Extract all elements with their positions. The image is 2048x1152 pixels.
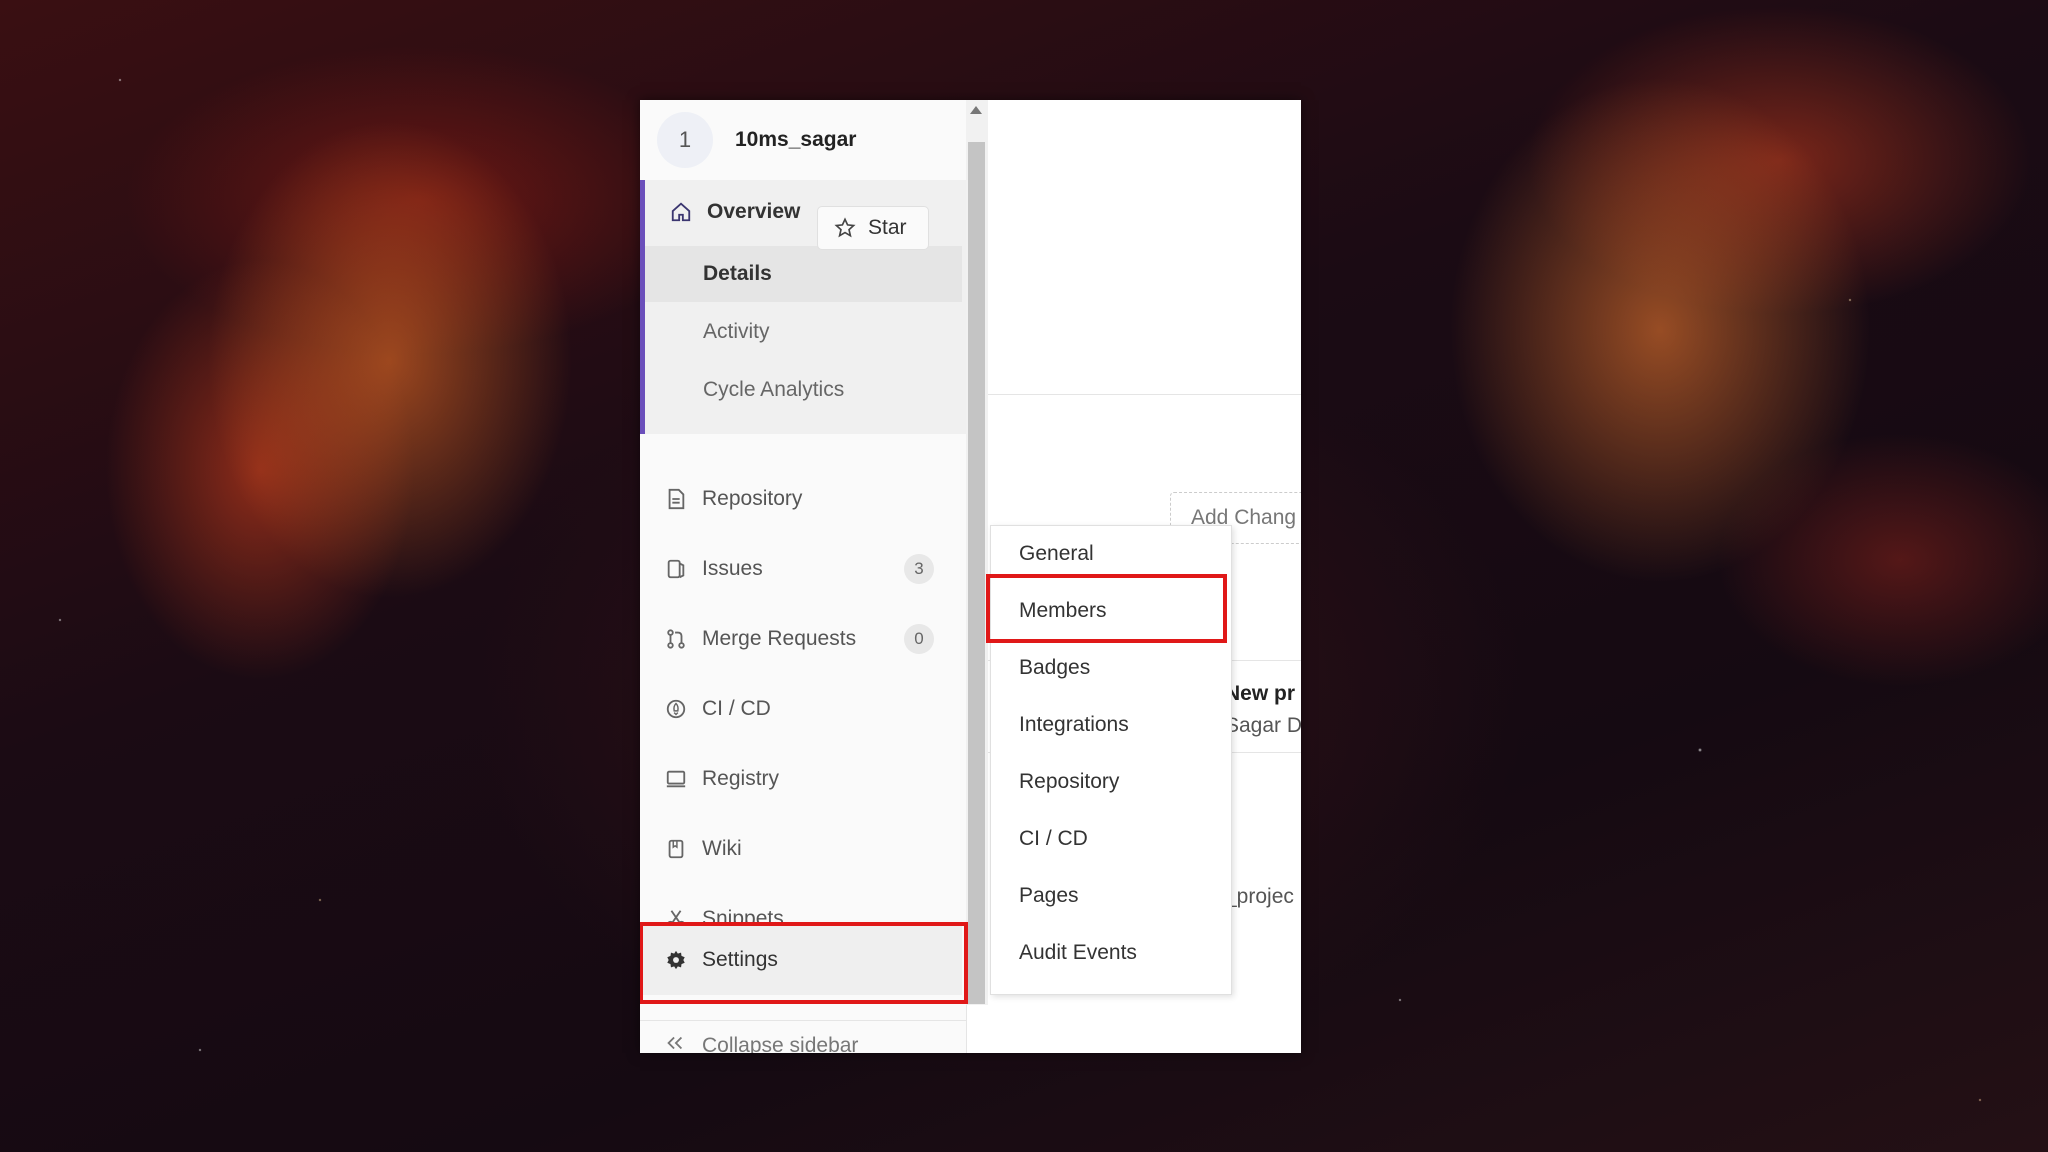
sidebar-item-label: Registry — [702, 767, 780, 790]
settings-menu-ci-cd[interactable]: CI / CD — [991, 811, 1231, 867]
sidebar-item-label: Repository — [702, 487, 803, 510]
sidebar-item-merge-requests[interactable]: Merge Requests 0 — [640, 606, 962, 672]
scroll-up-arrow-icon[interactable] — [970, 106, 982, 114]
settings-menu-label: CI / CD — [1019, 827, 1088, 850]
issues-count-badge: 3 — [904, 554, 934, 584]
sidebar-subitem-label: Activity — [703, 320, 770, 343]
last-commit-title[interactable]: New pr — [1225, 682, 1295, 706]
home-icon — [669, 200, 693, 224]
settings-menu-label: Audit Events — [1019, 941, 1137, 964]
settings-menu-repository[interactable]: Repository — [991, 754, 1231, 810]
sidebar-item-label: Merge Requests — [702, 627, 857, 650]
sidebar-item-label: Overview — [707, 200, 801, 223]
book-icon — [664, 837, 688, 861]
star-icon — [834, 217, 856, 238]
issues-icon — [664, 557, 688, 581]
project-header[interactable]: 1 10ms_sagar — [640, 100, 966, 180]
sidebar-subitem-label: Cycle Analytics — [703, 378, 845, 401]
sidebar-subitem-activity[interactable]: Activity — [645, 304, 962, 360]
project-path-text: _projec — [1225, 885, 1294, 908]
collapse-sidebar-button[interactable]: Collapse sidebar — [640, 1020, 966, 1053]
merge-requests-count-badge: 0 — [904, 624, 934, 654]
star-button[interactable]: Star — [817, 206, 929, 250]
sidebar-subitem-label: Details — [703, 262, 772, 285]
settings-highlight-box — [640, 922, 968, 1004]
collapse-sidebar-label: Collapse sidebar — [702, 1034, 859, 1053]
double-chevron-left-icon — [664, 1032, 688, 1053]
divider — [988, 394, 1301, 395]
sidebar-item-issues[interactable]: Issues 3 — [640, 536, 962, 602]
settings-menu-label: Integrations — [1019, 713, 1129, 736]
sidebar-item-label: CI / CD — [702, 697, 771, 720]
registry-icon — [664, 767, 688, 791]
rocket-icon — [664, 697, 688, 721]
document-icon — [664, 487, 688, 511]
app-window: 1 10ms_sagar Overview Details Activity C… — [640, 100, 1301, 1053]
project-avatar: 1 — [657, 112, 713, 168]
star-button-label: Star — [868, 216, 907, 239]
settings-menu-label: Pages — [1019, 884, 1079, 907]
merge-request-icon — [664, 627, 688, 651]
sidebar-subitem-details[interactable]: Details — [645, 246, 962, 302]
members-highlight-box — [986, 574, 1227, 643]
settings-menu-badges[interactable]: Badges — [991, 640, 1231, 696]
sidebar-item-registry[interactable]: Registry — [640, 746, 962, 812]
last-commit-author: Sagar D — [1225, 714, 1301, 737]
settings-menu-audit-events[interactable]: Audit Events — [991, 925, 1231, 981]
settings-menu-pages[interactable]: Pages — [991, 868, 1231, 924]
sidebar-item-label: Issues — [702, 557, 763, 580]
settings-menu-label: Repository — [1019, 770, 1120, 793]
sidebar-item-wiki[interactable]: Wiki — [640, 816, 962, 882]
sidebar-item-label: Wiki — [702, 837, 742, 860]
sidebar-subitem-cycle-analytics[interactable]: Cycle Analytics — [645, 362, 962, 418]
settings-menu-integrations[interactable]: Integrations — [991, 697, 1231, 753]
sidebar-scrollbar-thumb[interactable] — [968, 142, 985, 1004]
sidebar-item-repository[interactable]: Repository — [640, 466, 962, 532]
project-name: 10ms_sagar — [735, 128, 857, 151]
settings-menu-label: Badges — [1019, 656, 1091, 679]
sidebar-item-ci-cd[interactable]: CI / CD — [640, 676, 962, 742]
settings-menu-label: General — [1019, 542, 1094, 565]
